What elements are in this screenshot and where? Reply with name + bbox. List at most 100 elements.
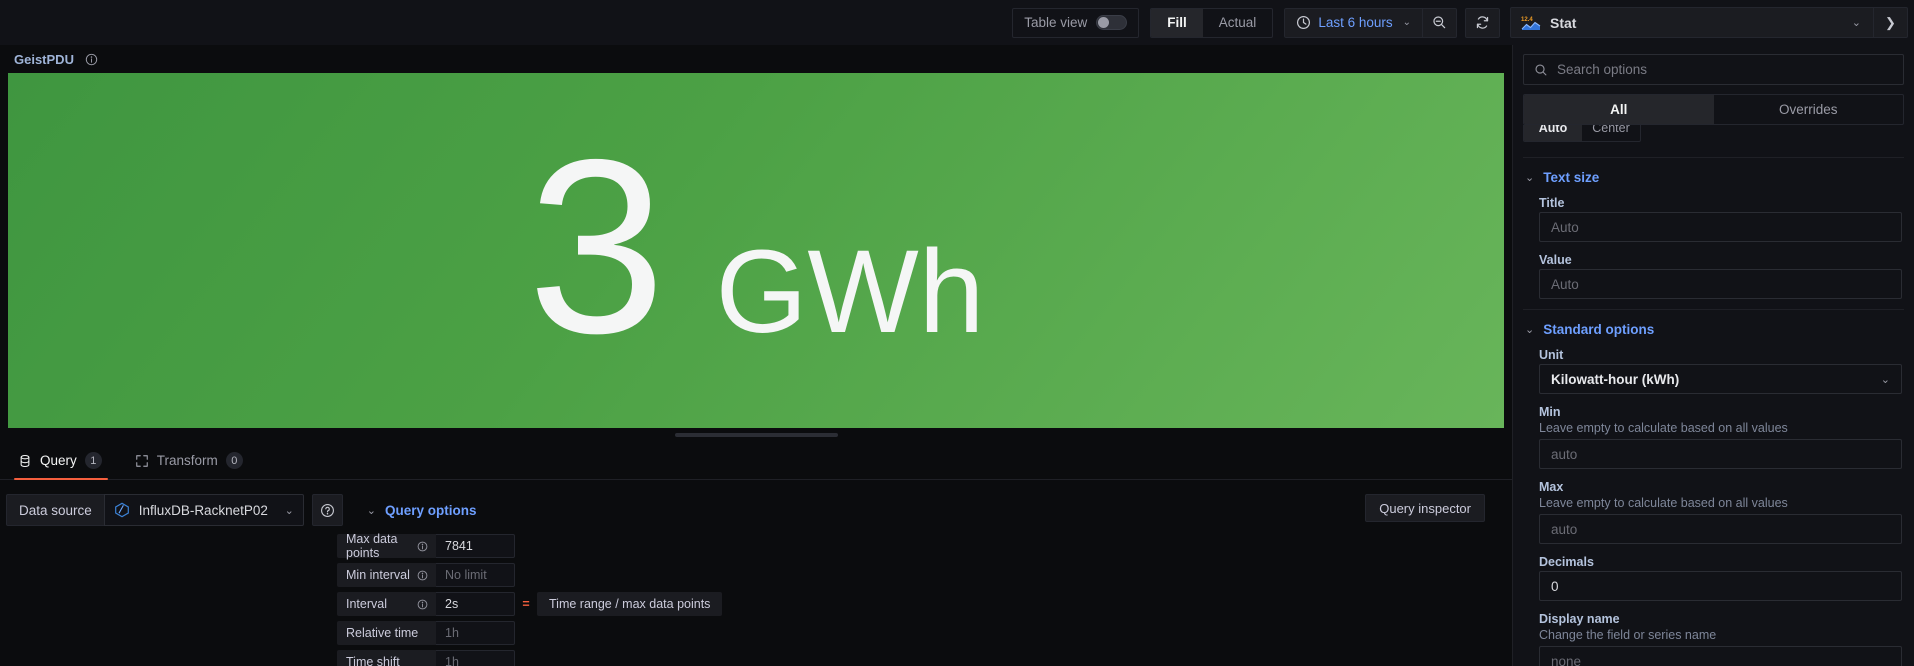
stat-panel-icon: 12.4	[1521, 15, 1541, 31]
zoom-out-button[interactable]	[1422, 7, 1457, 38]
info-circle-icon[interactable]	[417, 570, 428, 581]
tab-query[interactable]: Query 1	[14, 442, 117, 480]
info-circle-icon[interactable]	[85, 53, 98, 66]
query-inspector-button[interactable]: Query inspector	[1365, 494, 1485, 522]
chevron-down-icon: ⌄	[1880, 373, 1890, 386]
query-field-label: Interval	[337, 592, 436, 616]
time-range-controls: Last 6 hours ⌄	[1284, 7, 1500, 38]
query-editor-area: Data source InfluxDB-RacknetP02 ⌄ ⌄ Quer…	[0, 480, 1512, 666]
field-title-text-size: Title Auto	[1523, 196, 1904, 242]
relative-time-input[interactable]: 1h	[436, 621, 515, 645]
query-options-fields: Max data points 7841 Min interval No lim…	[0, 532, 1512, 666]
fill-actual-radio-group[interactable]: Fill Actual	[1150, 7, 1274, 38]
title-text-size-input[interactable]: Auto	[1539, 212, 1902, 242]
label-text: Interval	[346, 597, 387, 611]
panel-title[interactable]: GeistPDU	[14, 52, 74, 67]
refresh-button[interactable]	[1465, 7, 1500, 38]
options-tabs: All Overrides	[1523, 94, 1904, 125]
chevron-down-icon: ⌄	[284, 504, 294, 517]
chevron-down-icon: ⌄	[1525, 172, 1535, 184]
tab-query-badge: 1	[84, 452, 102, 469]
search-options-input[interactable]: Search options	[1523, 54, 1904, 85]
chevron-down-icon: ⌄	[366, 504, 377, 517]
stat-unit: GWh	[715, 226, 985, 359]
search-options-placeholder: Search options	[1557, 62, 1648, 77]
table-view-switch[interactable]	[1096, 15, 1128, 30]
field-description: Leave empty to calculate based on all va…	[1539, 421, 1788, 435]
query-transform-tabs: Query 1 Transform 0	[0, 442, 1512, 480]
max-input[interactable]: auto	[1539, 514, 1902, 544]
tab-transform[interactable]: Transform 0	[131, 442, 258, 479]
query-field-relative-time: Relative time 1h	[337, 621, 1512, 645]
field-value-text-size: Value Auto	[1523, 253, 1904, 299]
visualization-picker[interactable]: 12.4 Stat ⌄ ❯	[1510, 7, 1908, 38]
zoom-out-icon	[1432, 15, 1447, 30]
collapse-options-pane-button[interactable]: ❯	[1874, 15, 1907, 31]
tab-all[interactable]: All	[1524, 95, 1714, 124]
info-circle-icon[interactable]	[417, 541, 428, 552]
section-header[interactable]: ⌄ Text size	[1523, 170, 1904, 185]
stat-value: 3	[527, 107, 666, 386]
fill-button[interactable]: Fill	[1151, 8, 1203, 37]
actual-button[interactable]: Actual	[1203, 9, 1273, 37]
clock-icon	[1296, 15, 1311, 30]
field-label: Max	[1539, 480, 1564, 494]
chevron-down-icon[interactable]: ⌄	[1840, 16, 1873, 29]
input-placeholder: auto	[1551, 446, 1578, 462]
tab-overrides[interactable]: Overrides	[1714, 95, 1904, 124]
data-source-select[interactable]: InfluxDB-RacknetP02 ⌄	[103, 494, 304, 526]
justify-center-button[interactable]: Center	[1582, 125, 1640, 141]
search-options-wrap: Search options	[1513, 45, 1914, 85]
search-icon	[1534, 63, 1548, 77]
equals-sign: =	[522, 597, 530, 611]
table-view-toggle[interactable]: Table view	[1012, 7, 1140, 38]
svg-text:12.4: 12.4	[1521, 17, 1533, 23]
options-scroll-area[interactable]: Auto Center ⌄ Text size Title Auto Value…	[1513, 125, 1914, 666]
query-field-label: Relative time	[337, 621, 436, 645]
max-data-points-input[interactable]: 7841	[436, 534, 515, 558]
min-input[interactable]: auto	[1539, 439, 1902, 469]
input-placeholder: Auto	[1551, 276, 1579, 292]
panel-preview: GeistPDU 3 GWh	[0, 45, 1512, 428]
time-shift-input[interactable]: 1h	[436, 650, 515, 666]
field-unit: Unit Kilowatt-hour (kWh) ⌄	[1523, 348, 1904, 394]
field-decimals: Decimals 0	[1523, 555, 1904, 601]
query-field-label: Time shift	[337, 650, 436, 666]
panel-resize-handle[interactable]	[674, 433, 838, 437]
section-header[interactable]: ⌄ Standard options	[1523, 322, 1904, 337]
editor-main: GeistPDU 3 GWh Query 1 Transform 0 Data …	[0, 45, 1512, 666]
time-range-picker[interactable]: Last 6 hours ⌄	[1284, 7, 1422, 38]
data-source-help-button[interactable]	[311, 494, 343, 526]
min-interval-input[interactable]: No limit	[436, 563, 515, 587]
query-field-time-shift: Time shift 1h	[337, 650, 1512, 666]
options-sidebar: Search options All Overrides Auto Center	[1512, 45, 1914, 666]
display-name-input[interactable]: none	[1539, 646, 1902, 666]
visualization-type-label: Stat	[1550, 14, 1577, 31]
label-text: Relative time	[346, 626, 419, 640]
unit-select[interactable]: Kilowatt-hour (kWh) ⌄	[1539, 364, 1902, 394]
help-circle-icon	[320, 503, 335, 518]
tab-transform-badge: 0	[225, 452, 243, 469]
query-options-label: Query options	[385, 502, 477, 518]
info-circle-icon[interactable]	[417, 599, 428, 610]
query-field-label: Max data points	[337, 532, 436, 560]
tab-transform-label: Transform	[156, 453, 218, 468]
panel-editor: Table view Fill Actual Last 6 hours ⌄ 12…	[0, 0, 1914, 666]
justify-mode-radio-group[interactable]: Auto Center	[1523, 125, 1641, 142]
justify-auto-button[interactable]: Auto	[1524, 125, 1582, 141]
table-view-label: Table view	[1024, 15, 1088, 30]
field-max: Max Leave empty to calculate based on al…	[1523, 480, 1904, 544]
switch-knob	[1098, 17, 1110, 28]
query-options-toggle[interactable]: ⌄ Query options	[367, 494, 477, 526]
database-icon	[18, 454, 32, 468]
value-text-size-input[interactable]: Auto	[1539, 269, 1902, 299]
section-title: Text size	[1543, 170, 1600, 185]
input-placeholder: none	[1551, 653, 1582, 666]
influxdb-icon	[114, 502, 130, 518]
query-field-interval: Interval 2s = Time range / max data poin…	[337, 592, 1512, 616]
decimals-input[interactable]: 0	[1539, 571, 1902, 601]
stat-panel-body[interactable]: 3 GWh	[8, 73, 1504, 428]
field-label: Unit	[1539, 348, 1564, 362]
chevron-down-icon: ⌄	[1402, 17, 1411, 28]
label-text: Time shift	[346, 655, 400, 666]
